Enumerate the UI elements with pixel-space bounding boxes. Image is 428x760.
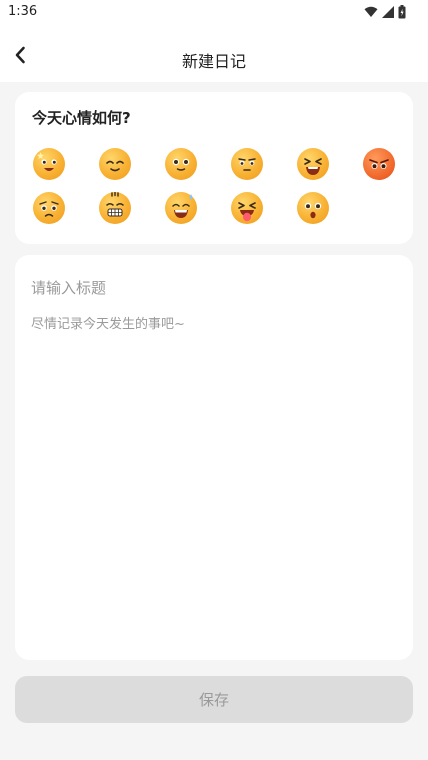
title-input[interactable] [31,275,397,301]
mood-question: 今天心情如何? [32,109,131,127]
battery-icon [398,5,406,19]
angry-emoji[interactable] [363,148,395,180]
page-title: 新建日记 [181,52,246,71]
grimace-emoji[interactable] [99,192,131,224]
content-smile-emoji[interactable] [99,148,131,180]
surprised-emoji[interactable] [297,192,329,224]
top-bar: 新建日记 [0,26,428,82]
squint-laugh-emoji[interactable] [297,148,329,180]
mood-card: 今天心情如何? [15,92,413,244]
neutral-emoji[interactable] [231,148,263,180]
sweat-smile-emoji[interactable] [165,192,197,224]
wifi-icon [364,6,378,17]
signal-icon [382,6,394,18]
status-icons [364,4,406,20]
content-textarea[interactable] [31,313,397,643]
status-time: 1:36 [8,4,38,19]
sad-emoji[interactable] [33,192,65,224]
editor-card [15,255,413,660]
tongue-out-emoji[interactable] [231,192,263,224]
save-button[interactable]: 保存 [15,676,413,723]
status-bar: 1:36 [0,0,428,26]
wide-eyes-emoji[interactable] [165,148,197,180]
starry-eyes-emoji[interactable] [33,148,65,180]
